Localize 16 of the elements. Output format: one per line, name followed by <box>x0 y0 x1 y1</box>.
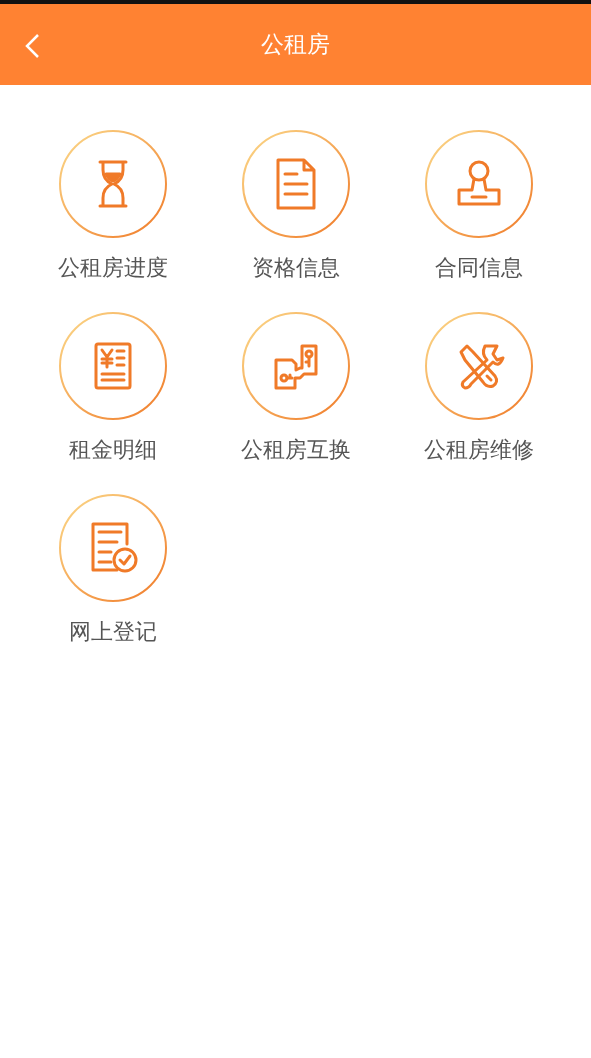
chevron-left-icon <box>24 33 40 59</box>
menu-tile[interactable]: 合同信息 <box>423 129 534 283</box>
document-check-icon <box>57 493 168 603</box>
stamp-icon <box>423 129 534 239</box>
hourglass-icon <box>57 129 168 239</box>
menu-tile[interactable]: 公租房维修 <box>423 311 534 465</box>
menu-tile[interactable]: 公租房互换 <box>240 311 351 465</box>
page-title: 公租房 <box>261 30 330 59</box>
receipt-icon <box>57 311 168 421</box>
tools-icon <box>423 311 534 421</box>
menu-tile[interactable]: 公租房进度 <box>57 129 168 283</box>
document-icon <box>240 129 351 239</box>
menu-tile[interactable]: 租金明细 <box>57 311 168 465</box>
menu-tile[interactable]: 资格信息 <box>240 129 351 283</box>
exchange-icon <box>240 311 351 421</box>
menu-tile[interactable]: 网上登记 <box>57 493 168 647</box>
